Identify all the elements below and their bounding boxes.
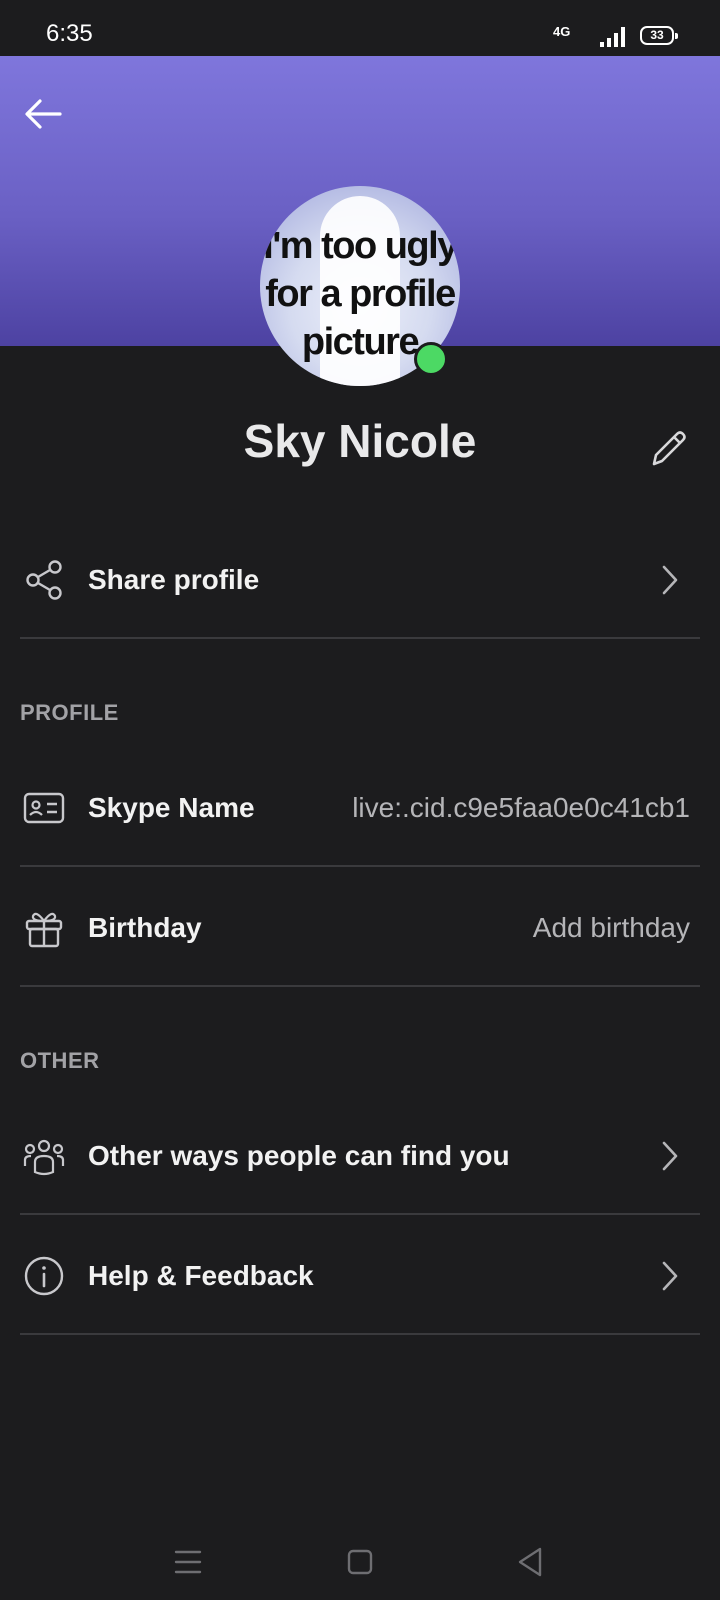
share-icon bbox=[26, 560, 62, 600]
divider bbox=[20, 865, 700, 867]
system-nav-bar bbox=[0, 1520, 720, 1600]
birthday-row[interactable]: Birthday Add birthday bbox=[0, 878, 720, 978]
divider bbox=[20, 1213, 700, 1215]
pencil-icon[interactable] bbox=[644, 424, 692, 472]
back-arrow-icon[interactable] bbox=[20, 90, 68, 138]
info-icon bbox=[24, 1256, 64, 1296]
signal-icon bbox=[600, 27, 625, 47]
gift-icon bbox=[25, 912, 63, 948]
battery-indicator: 33 bbox=[640, 26, 678, 45]
add-birthday-link[interactable]: Add birthday bbox=[533, 912, 690, 944]
find-you-row[interactable]: Other ways people can find you bbox=[0, 1106, 720, 1206]
skype-name-value: live:.cid.c9e5faa0e0c41cb1 bbox=[352, 792, 690, 823]
skype-name-label: Skype Name bbox=[88, 792, 255, 823]
status-bar: 6:35 4G 33 bbox=[0, 0, 720, 56]
divider bbox=[20, 985, 700, 987]
help-feedback-row[interactable]: Help & Feedback bbox=[0, 1226, 720, 1326]
profile-name: Sky Nicole bbox=[243, 415, 477, 467]
home-square-icon[interactable] bbox=[340, 1542, 380, 1582]
divider bbox=[20, 637, 700, 639]
chevron-right-icon bbox=[662, 1261, 678, 1291]
battery-level: 33 bbox=[650, 28, 664, 42]
status-time: 6:35 bbox=[46, 20, 93, 47]
help-feedback-label: Help & Feedback bbox=[88, 1260, 314, 1291]
share-profile-label: Share profile bbox=[88, 564, 260, 595]
id-card-icon bbox=[23, 792, 65, 824]
chevron-right-icon bbox=[662, 1141, 678, 1171]
people-group-icon bbox=[23, 1139, 65, 1176]
menu-icon[interactable] bbox=[168, 1542, 208, 1582]
network-type: 4G bbox=[553, 24, 571, 39]
section-header-profile: PROFILE bbox=[20, 700, 119, 725]
divider bbox=[20, 1333, 700, 1335]
online-status-dot bbox=[414, 342, 448, 376]
skype-name-row[interactable]: Skype Name live:.cid.c9e5faa0e0c41cb1 bbox=[0, 758, 720, 858]
section-header-other: OTHER bbox=[20, 1048, 100, 1073]
profile-screen: 6:35 4G 33 I'm too ugly for a profile pi… bbox=[0, 0, 720, 1600]
birthday-label: Birthday bbox=[88, 912, 202, 943]
chevron-right-icon bbox=[662, 565, 678, 595]
back-triangle-icon[interactable] bbox=[510, 1542, 550, 1582]
share-profile-row[interactable]: Share profile bbox=[0, 530, 720, 630]
find-you-label: Other ways people can find you bbox=[88, 1140, 510, 1171]
